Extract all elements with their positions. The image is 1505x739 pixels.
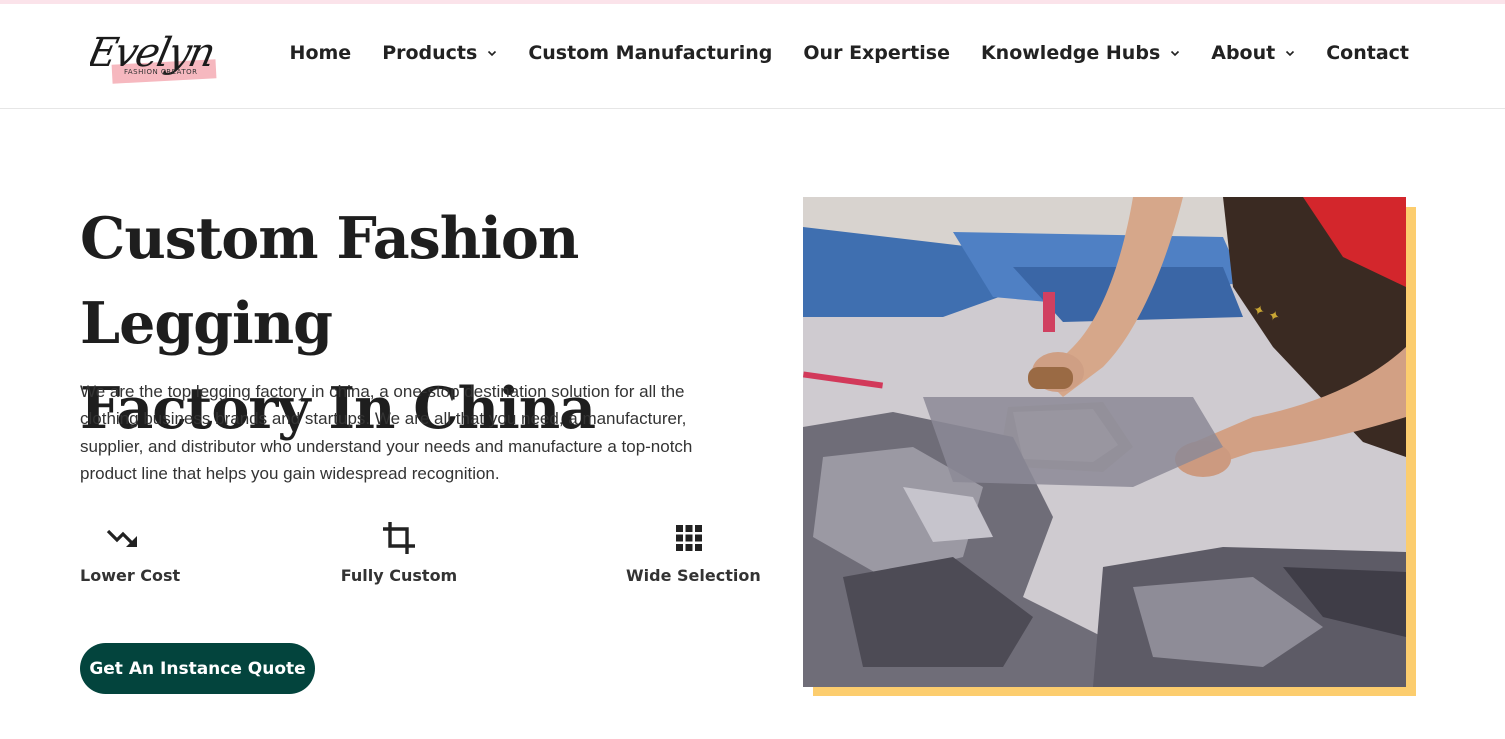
feature-lower-cost: Lower Cost: [80, 520, 181, 585]
nav-custom-manufacturing-label: Custom Manufacturing: [528, 42, 773, 64]
logo-mark: Evelyn FASHION CREATOR: [90, 28, 218, 84]
feature-label: Lower Cost: [80, 566, 181, 585]
factory-ironing-photo: ✦ ✦: [803, 197, 1406, 687]
hero-title-line-1: Custom Fashion Legging: [80, 205, 579, 357]
nav-about[interactable]: About: [1211, 42, 1295, 64]
grid-icon: [626, 520, 752, 556]
site-header: Evelyn FASHION CREATOR Home Products Cus…: [0, 4, 1505, 109]
nav-home-label: Home: [289, 42, 352, 64]
nav-our-expertise-label: Our Expertise: [803, 42, 950, 64]
hero-description: We are the top legging factory in china,…: [80, 382, 693, 483]
nav-knowledge-hubs-label: Knowledge Hubs: [980, 42, 1161, 64]
chevron-down-icon: [1285, 48, 1295, 58]
feature-wide-selection: Wide Selection: [626, 520, 761, 585]
chevron-down-icon: [487, 48, 497, 58]
feature-label: Wide Selection: [626, 566, 761, 585]
logo-tagline: FASHION CREATOR: [124, 68, 197, 76]
crop-icon: [340, 520, 458, 556]
nav-about-label: About: [1211, 42, 1276, 64]
feature-fully-custom: Fully Custom: [340, 520, 458, 585]
nav-custom-manufacturing[interactable]: Custom Manufacturing: [528, 42, 772, 64]
feature-label: Fully Custom: [340, 566, 458, 585]
nav-contact-label: Contact: [1326, 42, 1409, 64]
main-nav: Home Products Custom Manufacturing Our E…: [290, 42, 1409, 64]
chevron-down-icon: [1170, 48, 1180, 58]
nav-products-label: Products: [382, 42, 478, 64]
brand-logo[interactable]: Evelyn FASHION CREATOR: [90, 26, 230, 88]
nav-contact[interactable]: Contact: [1326, 42, 1409, 64]
nav-products[interactable]: Products: [382, 42, 497, 64]
trending-down-icon: [80, 520, 170, 556]
nav-home[interactable]: Home: [290, 42, 352, 64]
get-quote-button[interactable]: Get An Instance Quote: [80, 643, 315, 694]
nav-knowledge-hubs[interactable]: Knowledge Hubs: [981, 42, 1180, 64]
nav-our-expertise[interactable]: Our Expertise: [803, 42, 950, 64]
